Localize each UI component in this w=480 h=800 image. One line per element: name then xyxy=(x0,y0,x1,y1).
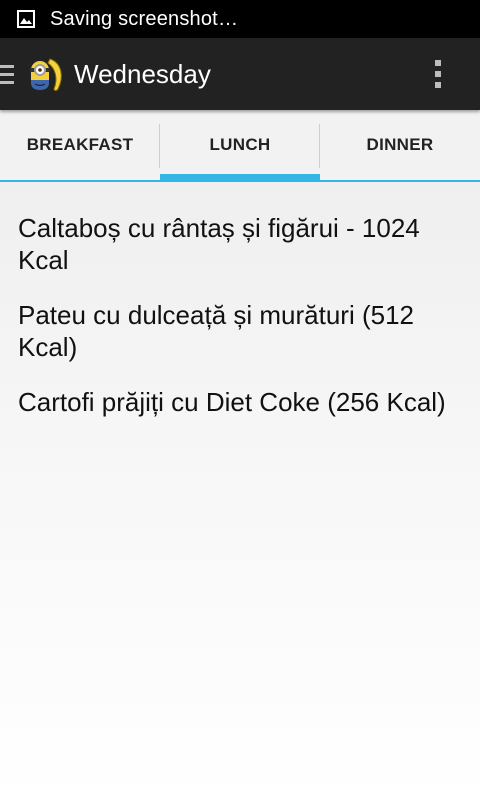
drawer-menu-icon[interactable] xyxy=(0,60,16,88)
meal-item: Cartofi prăjiți cu Diet Coke (256 Kcal) xyxy=(18,387,446,417)
action-bar: Wednesday xyxy=(0,38,480,110)
tab-label: LUNCH xyxy=(209,135,271,154)
meal-item: Pateu cu dulceață și murături (512 Kcal) xyxy=(18,300,414,362)
tab-label: BREAKFAST xyxy=(26,135,134,154)
meal-item: Caltaboș cu rântaș și figărui - 1024 Kca… xyxy=(18,213,420,275)
meal-list: Caltaboș cu rântaș și figărui - 1024 Kca… xyxy=(0,182,480,800)
meal-tabs: BREAKFAST LUNCH DINNER xyxy=(0,110,480,182)
tab-breakfast[interactable]: BREAKFAST xyxy=(0,110,160,180)
status-text: Saving screenshot… xyxy=(50,7,239,30)
overflow-menu-icon[interactable] xyxy=(418,44,458,104)
page-title: Wednesday xyxy=(74,58,211,89)
tab-lunch[interactable]: LUNCH xyxy=(160,110,320,182)
tab-label: DINNER xyxy=(366,135,434,154)
status-bar: Saving screenshot… xyxy=(0,0,480,38)
image-icon xyxy=(16,9,36,29)
tab-dinner[interactable]: DINNER xyxy=(320,110,480,180)
minion-app-icon[interactable] xyxy=(24,53,66,95)
